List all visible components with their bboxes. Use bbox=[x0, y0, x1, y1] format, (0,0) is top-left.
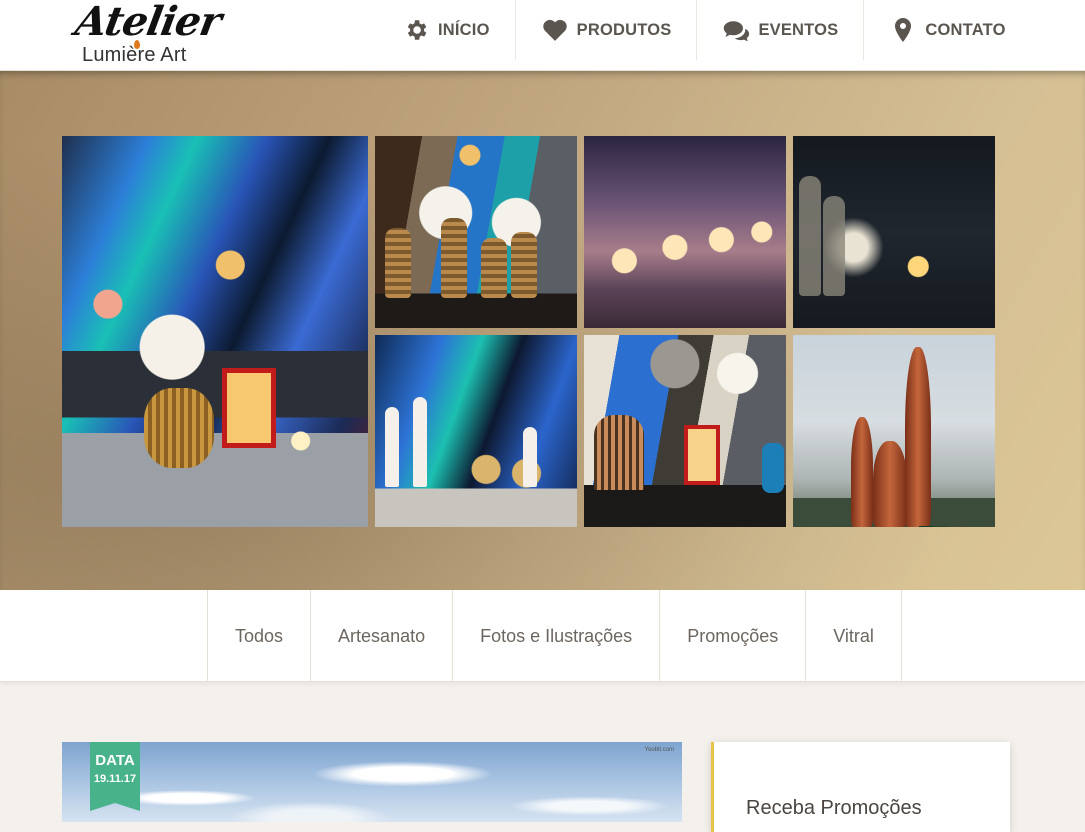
birdcage-shape bbox=[594, 415, 644, 490]
gallery-image-dark-lanterns[interactable] bbox=[793, 136, 995, 328]
nav-item-produtos[interactable]: PRODUTOS bbox=[516, 0, 698, 60]
chat-icon bbox=[722, 18, 750, 42]
main-nav: INÍCIO PRODUTOS EVENTOS CONTATO bbox=[377, 0, 1031, 60]
gear-icon bbox=[402, 18, 430, 42]
vase-shape bbox=[385, 228, 411, 298]
candle-shape bbox=[385, 407, 399, 487]
category-bar: Todos Artesanato Fotos e Ilustrações Pro… bbox=[0, 590, 1085, 682]
bottle-shape bbox=[823, 196, 845, 296]
date-badge-label: DATA bbox=[95, 752, 135, 769]
site-header: Atelier Lumière Art INÍCIO PRODUTOS EVEN… bbox=[0, 0, 1085, 71]
gallery-image-birdcage-lanterns[interactable] bbox=[584, 335, 786, 527]
candle-shape bbox=[523, 427, 537, 487]
gallery-image-orchids-vases[interactable] bbox=[375, 136, 577, 328]
nav-label: CONTATO bbox=[925, 20, 1006, 39]
lantern-shape bbox=[684, 425, 720, 485]
nav-label: PRODUTOS bbox=[576, 20, 672, 39]
post-image[interactable]: Yoobit.com bbox=[62, 742, 682, 822]
vase-shape bbox=[481, 238, 507, 298]
lantern-shape bbox=[222, 368, 276, 448]
promo-widget: Receba Promoções bbox=[711, 742, 1010, 832]
category-todos[interactable]: Todos bbox=[208, 590, 312, 682]
nav-item-eventos[interactable]: EVENTOS bbox=[697, 0, 865, 60]
date-badge: DATA 19.11.17 bbox=[90, 742, 140, 811]
category-promocoes[interactable]: Promoções bbox=[660, 590, 807, 682]
logo-subtitle: Lumière Art bbox=[82, 44, 187, 66]
vase-shape bbox=[851, 417, 873, 527]
candle-shape bbox=[413, 397, 427, 487]
site-logo[interactable]: Atelier Lumière Art bbox=[72, 0, 224, 70]
category-tabs: Todos Artesanato Fotos e Ilustrações Pro… bbox=[207, 590, 902, 682]
gallery-image-flowers-lantern[interactable] bbox=[62, 136, 368, 527]
map-pin-icon bbox=[889, 18, 917, 42]
nav-item-inicio[interactable]: INÍCIO bbox=[377, 0, 516, 60]
vase-shape bbox=[873, 441, 907, 527]
vase-shape bbox=[441, 218, 467, 298]
logo-script: Atelier bbox=[71, 0, 225, 45]
gallery-image-candles-abstract[interactable] bbox=[375, 335, 577, 527]
vase-shape bbox=[144, 388, 214, 468]
heart-icon bbox=[541, 18, 569, 42]
bottle-shape bbox=[799, 176, 821, 296]
category-artesanato[interactable]: Artesanato bbox=[311, 590, 454, 682]
nav-label: EVENTOS bbox=[758, 20, 839, 39]
nav-item-contato[interactable]: CONTATO bbox=[864, 0, 1030, 60]
gallery-image-ceramic-vases[interactable] bbox=[793, 335, 995, 527]
widget-title: Receba Promoções bbox=[746, 797, 922, 819]
nav-label: INÍCIO bbox=[438, 20, 490, 39]
vase-shape bbox=[511, 232, 537, 298]
date-badge-date: 19.11.17 bbox=[93, 773, 137, 785]
image-watermark: Yoobit.com bbox=[644, 747, 674, 753]
gallery-image-bottles-candles[interactable] bbox=[584, 136, 786, 328]
category-vitral[interactable]: Vitral bbox=[806, 590, 902, 682]
category-fotos-ilustracoes[interactable]: Fotos e Ilustrações bbox=[453, 590, 661, 682]
agave-plant-shape bbox=[919, 417, 989, 527]
vase-shape bbox=[762, 443, 784, 493]
